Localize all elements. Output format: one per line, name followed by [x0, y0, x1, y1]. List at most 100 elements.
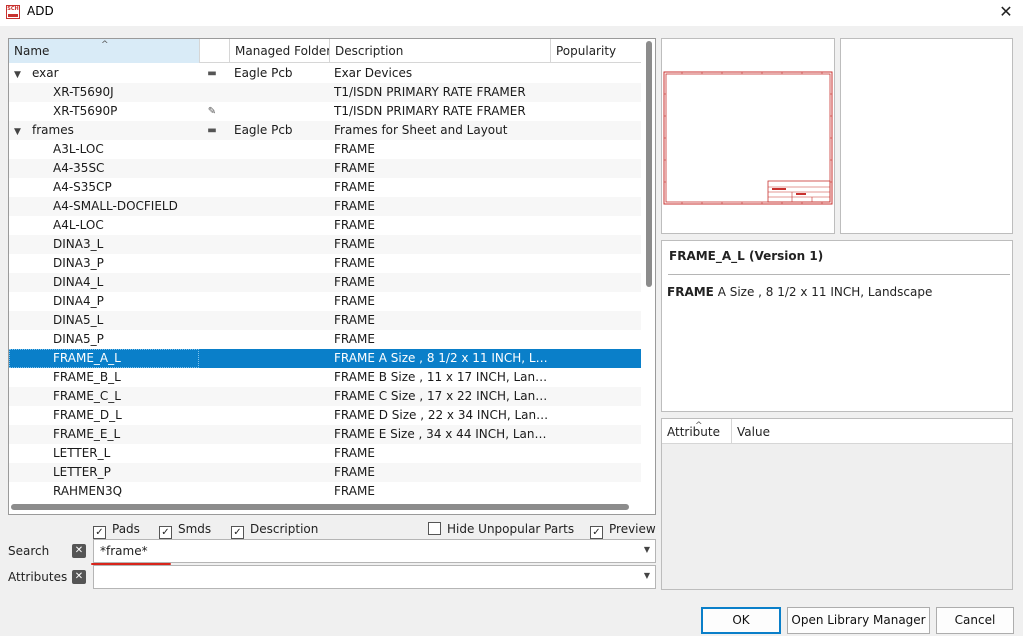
tree-row-description: FRAME — [334, 142, 375, 156]
tree-row[interactable]: DINA4_L FRAME — [9, 273, 641, 292]
description-checkbox[interactable]: ✓ Description — [231, 520, 319, 539]
tree-row[interactable]: DINA4_P FRAME — [9, 292, 641, 311]
column-header-attribute[interactable]: ^ Attribute — [662, 419, 732, 444]
column-header-name[interactable]: ^ Name — [9, 39, 200, 63]
no-icon — [203, 482, 221, 501]
title-bar: SCH ADD ✕ — [0, 0, 1023, 26]
column-header-managed-folder-label: Managed Folder — [235, 44, 330, 58]
tree-row[interactable]: FRAME_A_L FRAME A Size , 8 1/2 x 11 INCH,… — [9, 349, 641, 368]
description-label: Description — [250, 522, 319, 536]
attributes-label: Attributes — [8, 570, 68, 584]
column-header-popularity[interactable]: Popularity — [551, 39, 641, 63]
tree-row-name: DINA3_L — [9, 235, 199, 254]
expand-arrow-icon[interactable]: ▼ — [14, 66, 24, 83]
tree-row-name-text: FRAME_B_L — [53, 370, 121, 384]
tree-row-name-text: FRAME_A_L — [53, 351, 121, 365]
column-header-popularity-label: Popularity — [556, 44, 617, 58]
part-info-divider — [668, 274, 1010, 275]
no-icon — [203, 83, 221, 102]
tree-row-folder — [234, 102, 331, 121]
tree-row-folder — [234, 254, 331, 273]
attributes-combo[interactable]: ▼ — [93, 565, 656, 589]
tree-row[interactable]: A4-S35CP FRAME — [9, 178, 641, 197]
vertical-scrollbar-thumb[interactable] — [646, 41, 652, 287]
column-header-icon[interactable] — [200, 39, 230, 63]
tree-row[interactable]: A3L-LOC FRAME — [9, 140, 641, 159]
close-icon[interactable]: ✕ — [997, 2, 1015, 22]
tree-row[interactable]: LETTER_P FRAME — [9, 463, 641, 482]
tree-row-name-text: DINA4_P — [53, 294, 104, 308]
tree-row-name-text: A4-SMALL-DOCFIELD — [53, 199, 178, 213]
tree-row-name-text: XR-T5690P — [53, 104, 118, 118]
pads-checkbox[interactable]: ✓ Pads — [93, 520, 140, 539]
tree-row-folder — [234, 463, 331, 482]
preview-checkbox[interactable]: ✓ Preview — [590, 520, 656, 539]
tree-row[interactable]: DINA5_L FRAME — [9, 311, 641, 330]
part-info-panel: FRAME_A_L (Version 1) FRAME A Size , 8 1… — [661, 240, 1013, 412]
tree-row[interactable]: FRAME_D_L FRAME D Size , 22 x 34 INCH, La… — [9, 406, 641, 425]
cancel-button[interactable]: Cancel — [936, 607, 1014, 634]
hide-unpopular-checkbox[interactable]: Hide Unpopular Parts — [428, 520, 574, 538]
tree-row[interactable]: XR-T5690P ✎ T1/ISDN PRIMARY RATE FRAMER — [9, 102, 641, 121]
tree-row[interactable]: RAHMEN3Q FRAME — [9, 482, 641, 501]
vertical-scrollbar[interactable] — [646, 41, 652, 511]
chevron-down-icon[interactable]: ▼ — [644, 545, 650, 554]
tree-row-description: FRAME — [334, 218, 375, 232]
tree-row[interactable]: FRAME_B_L FRAME B Size , 11 x 17 INCH, La… — [9, 368, 641, 387]
tree-row[interactable]: FRAME_E_L FRAME E Size , 34 x 44 INCH, La… — [9, 425, 641, 444]
tree-row-folder: Eagle Pcb — [234, 123, 293, 137]
expand-arrow-icon[interactable]: ▼ — [14, 123, 24, 140]
tree-row-description: FRAME — [334, 199, 375, 213]
column-header-managed-folder[interactable]: Managed Folder — [230, 39, 330, 63]
tree-row-name: FRAME_D_L — [9, 406, 199, 425]
tree-row[interactable]: ▼ exar ▬ Eagle Pcb Exar Devices — [9, 64, 641, 83]
tree-row[interactable]: ▼ frames ▬ Eagle Pcb Frames for Sheet and La… — [9, 121, 641, 140]
library-tree[interactable]: ^ Name Managed Folder Description Popula… — [8, 38, 656, 515]
pads-checkbox-box[interactable]: ✓ — [93, 526, 106, 539]
sort-ascending-icon: ^ — [101, 40, 109, 50]
tree-row[interactable]: A4-35SC FRAME — [9, 159, 641, 178]
ok-button[interactable]: OK — [701, 607, 781, 634]
no-icon — [203, 311, 221, 330]
tree-row[interactable]: A4-SMALL-DOCFIELD FRAME — [9, 197, 641, 216]
column-header-description[interactable]: Description — [330, 39, 551, 63]
tree-row-folder — [234, 444, 331, 463]
tree-row[interactable]: FRAME_C_L FRAME C Size , 17 x 22 INCH, La… — [9, 387, 641, 406]
no-icon — [203, 387, 221, 406]
tree-row-name-text: LETTER_L — [53, 446, 111, 460]
symbol-preview — [661, 38, 835, 234]
description-checkbox-box[interactable]: ✓ — [231, 526, 244, 539]
tree-row-name: A4L-LOC — [9, 216, 199, 235]
window-title: ADD — [27, 4, 54, 18]
tree-row-name: LETTER_L — [9, 444, 199, 463]
hide-unpopular-checkbox-box[interactable] — [428, 522, 441, 535]
clear-search-icon[interactable]: ✕ — [72, 544, 86, 558]
tree-row-description: FRAME — [334, 465, 375, 479]
tree-row-name-text: LETTER_P — [53, 465, 111, 479]
tree-row[interactable]: XR-T5690J T1/ISDN PRIMARY RATE FRAMER — [9, 83, 641, 102]
tree-row-description: T1/ISDN PRIMARY RATE FRAMER — [334, 104, 526, 118]
tree-header: ^ Name Managed Folder Description Popula… — [9, 39, 641, 63]
tree-row[interactable]: LETTER_L FRAME — [9, 444, 641, 463]
tree-row[interactable]: A4L-LOC FRAME — [9, 216, 641, 235]
tree-row[interactable]: DINA5_P FRAME — [9, 330, 641, 349]
clear-attributes-icon[interactable]: ✕ — [72, 570, 86, 584]
smds-checkbox[interactable]: ✓ Smds — [159, 520, 211, 539]
hide-unpopular-label: Hide Unpopular Parts — [447, 522, 575, 536]
tree-row[interactable]: DINA3_L FRAME — [9, 235, 641, 254]
tree-row[interactable]: DINA3_P FRAME — [9, 254, 641, 273]
column-header-value[interactable]: Value — [732, 419, 1012, 444]
tree-row-folder — [234, 482, 331, 501]
tree-row-folder — [234, 425, 331, 444]
part-info-description-bold: FRAME — [667, 285, 714, 299]
horizontal-scrollbar-thumb[interactable] — [11, 504, 629, 510]
no-icon — [203, 197, 221, 216]
search-input[interactable]: *frame* — [100, 544, 148, 558]
open-library-manager-button[interactable]: Open Library Manager — [787, 607, 930, 634]
tree-row-description: FRAME — [334, 313, 375, 327]
smds-checkbox-box[interactable]: ✓ — [159, 526, 172, 539]
preview-checkbox-box[interactable]: ✓ — [590, 526, 603, 539]
search-label: Search — [8, 544, 50, 558]
search-combo[interactable]: *frame* ▼ — [93, 539, 656, 563]
chevron-down-icon[interactable]: ▼ — [644, 571, 650, 580]
